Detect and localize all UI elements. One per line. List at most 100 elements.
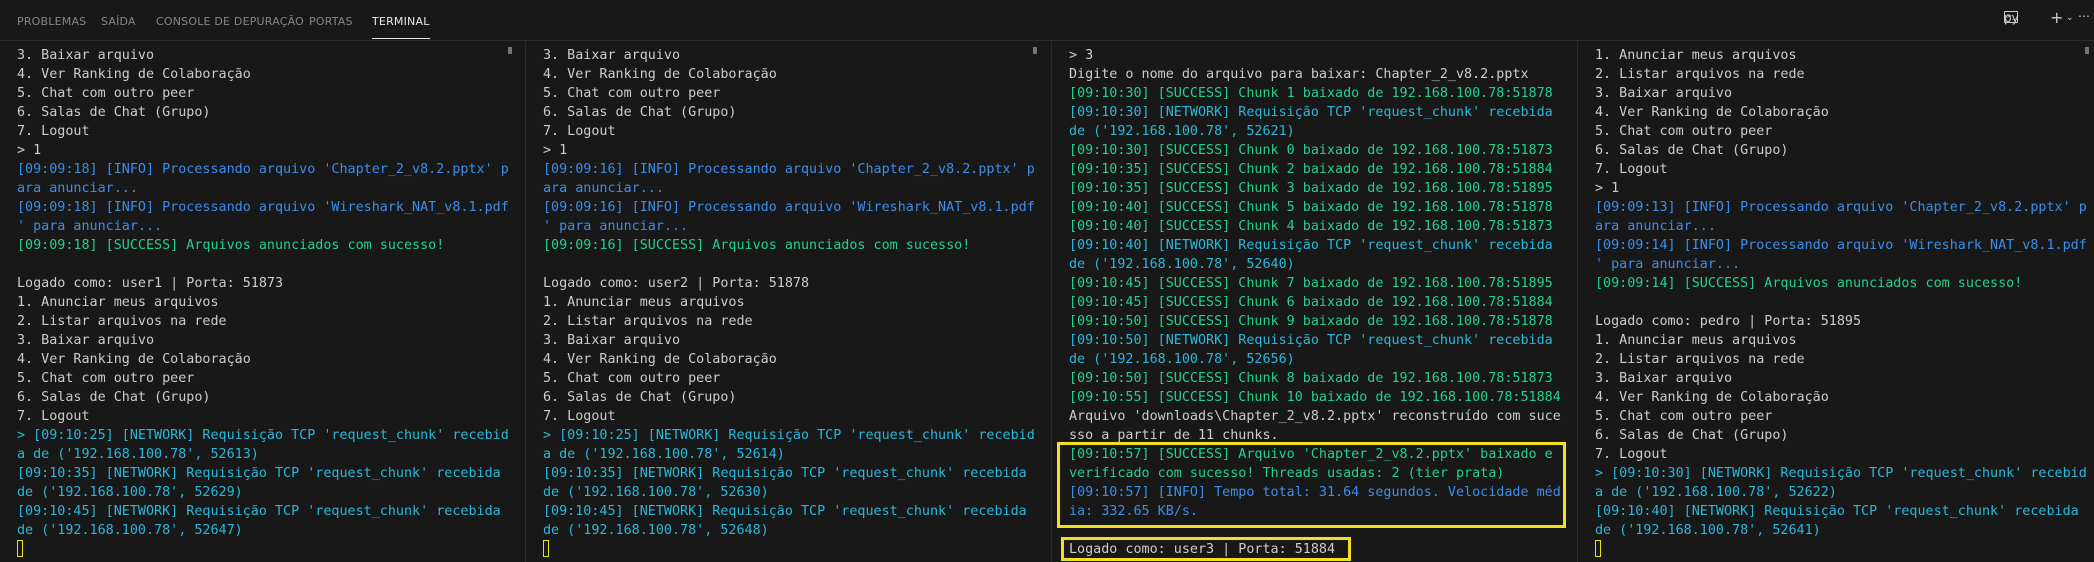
highlight-box-login-status (1061, 537, 1351, 561)
terminal-line: [09:10:50] [SUCCESS] Chunk 9 baixado de … (1069, 314, 1553, 329)
terminal-line: [09:10:40] [SUCCESS] Chunk 5 baixado de … (1069, 200, 1553, 215)
terminal-line: Arquivo 'downloads\Chapter_2_v8.2.pptx' … (1069, 409, 1561, 424)
terminal-line: de ('192.168.100.78', 52641) (1595, 523, 1821, 538)
terminal-pane-1[interactable]: 3. Baixar arquivo 4. Ver Ranking de Colab… (0, 41, 525, 562)
terminal-line: 1. Anunciar meus arquivos (1595, 333, 1797, 348)
terminal-line: [09:10:40] [SUCCESS] Chunk 4 baixado de … (1069, 219, 1553, 234)
terminal-line: [09:10:45] [NETWORK] Requisição TCP 'req… (17, 504, 501, 519)
more-actions-icon[interactable]: ⋯ (2078, 9, 2090, 23)
tab-problemas[interactable]: PROBLEMAS (17, 15, 86, 28)
tab-console-depuracao[interactable]: CONSOLE DE DEPURAÇÃO (156, 15, 304, 28)
scrollbar-thumb[interactable] (1033, 47, 1037, 54)
terminal-line: [09:09:18] [SUCCESS] Arquivos anunciados… (17, 238, 445, 253)
terminal-line: [09:10:40] [NETWORK] Requisição TCP 'req… (1595, 504, 2079, 519)
terminal-line: [09:09:14] [SUCCESS] Arquivos anunciados… (1595, 276, 2023, 291)
terminal-actions: >_ py + ⌄ ⋯ (2004, 8, 2090, 31)
terminal-line: [09:10:35] [SUCCESS] Chunk 2 baixado de … (1069, 162, 1553, 177)
terminal-line: > 1 (1595, 181, 1620, 196)
terminal-line: a de ('192.168.100.78', 52614) (543, 447, 785, 462)
terminal-line: 5. Chat com outro peer (1595, 124, 1773, 139)
terminal-line: [09:10:30] [NETWORK] Requisição TCP 'req… (1069, 105, 1553, 120)
terminal-line: [09:09:18] [INFO] Processando arquivo 'W… (17, 200, 509, 215)
terminal-line: 3. Baixar arquivo (17, 333, 155, 348)
terminal-line: 4. Ver Ranking de Colaboração (17, 67, 251, 82)
terminal-line: > 3 (1069, 48, 1094, 63)
terminal-line: 4. Ver Ranking de Colaboração (1595, 105, 1829, 120)
terminal-line: 5. Chat com outro peer (543, 371, 721, 386)
terminal-line: 6. Salas de Chat (Grupo) (17, 390, 211, 405)
terminal-line: > [09:10:25] [NETWORK] Requisição TCP 'r… (17, 428, 509, 443)
terminal-line: a de ('192.168.100.78', 52613) (17, 447, 259, 462)
terminal-line: 3. Baixar arquivo (543, 333, 681, 348)
terminal-cursor (1595, 538, 1601, 557)
tab-terminal[interactable]: TERMINAL (372, 15, 430, 39)
terminal-line: > 1 (17, 143, 42, 158)
scrollbar-thumb[interactable] (2085, 47, 2089, 54)
terminal-line: 6. Salas de Chat (Grupo) (17, 105, 211, 120)
tab-portas[interactable]: PORTAS (309, 15, 353, 28)
plus-icon[interactable]: + (2050, 8, 2063, 27)
terminal-line: Logado como: user2 | Porta: 51878 (543, 276, 810, 291)
terminal-line: 6. Salas de Chat (Grupo) (543, 105, 737, 120)
terminal-line: Digite o nome do arquivo para baixar: Ch… (1069, 67, 1529, 82)
terminal-line: [09:10:45] [SUCCESS] Chunk 7 baixado de … (1069, 276, 1553, 291)
terminal-line: 3. Baixar arquivo (1595, 86, 1733, 101)
terminal-line: 5. Chat com outro peer (17, 371, 195, 386)
terminal-line: de ('192.168.100.78', 52647) (17, 523, 243, 538)
terminal-line: ara anunciar... (17, 181, 138, 196)
terminal-line: [09:10:30] [SUCCESS] Chunk 1 baixado de … (1069, 86, 1553, 101)
terminal-line: de ('192.168.100.78', 52621) (1069, 124, 1295, 139)
terminal-line: [09:10:40] [NETWORK] Requisição TCP 'req… (1069, 238, 1553, 253)
terminal-line: 5. Chat com outro peer (543, 86, 721, 101)
terminal-cursor (17, 538, 23, 557)
terminal-line: 4. Ver Ranking de Colaboração (543, 352, 777, 367)
terminal-line: 3. Baixar arquivo (17, 48, 155, 63)
terminal-pane-4[interactable]: 1. Anunciar meus arquivos 2. Listar arqui… (1578, 41, 2094, 562)
terminal-line: ara anunciar... (1595, 219, 1716, 234)
terminal-line: 7. Logout (543, 409, 616, 424)
terminal-line: 1. Anunciar meus arquivos (543, 295, 745, 310)
terminal-line: [09:09:13] [INFO] Processando arquivo 'C… (1595, 200, 2087, 215)
terminal-line: > 1 (543, 143, 568, 158)
terminal-line: 1. Anunciar meus arquivos (17, 295, 219, 310)
terminal-line: [09:09:14] [INFO] Processando arquivo 'W… (1595, 238, 2087, 253)
terminal-line: 2. Listar arquivos na rede (1595, 352, 1805, 367)
terminal-line: [09:10:50] [SUCCESS] Chunk 8 baixado de … (1069, 371, 1553, 386)
terminal-kind-label: py (2004, 11, 2019, 25)
tab-saida[interactable]: SAÍDA (101, 15, 136, 28)
terminal-line: [09:10:50] [NETWORK] Requisição TCP 'req… (1069, 333, 1553, 348)
terminal-line: [09:10:30] [SUCCESS] Chunk 0 baixado de … (1069, 143, 1553, 158)
terminal-line: 5. Chat com outro peer (17, 86, 195, 101)
terminal-line: [09:10:35] [NETWORK] Requisição TCP 'req… (17, 466, 501, 481)
terminal-line: [09:10:35] [SUCCESS] Chunk 3 baixado de … (1069, 181, 1553, 196)
terminal-cursor (543, 538, 549, 557)
terminal-output-2: 3. Baixar arquivo 4. Ver Ranking de Colab… (543, 46, 1035, 540)
terminal-output-4: 1. Anunciar meus arquivos 2. Listar arqui… (1595, 46, 2087, 540)
panel-tab-bar: PROBLEMAS SAÍDA CONSOLE DE DEPURAÇÃO POR… (0, 0, 2094, 41)
terminal-line: 3. Baixar arquivo (1595, 371, 1733, 386)
terminal-line: ' para anunciar... (17, 219, 163, 234)
chevron-down-icon[interactable]: ⌄ (2066, 13, 2074, 23)
terminal-line: 2. Listar arquivos na rede (543, 314, 753, 329)
terminal-line: [09:09:16] [INFO] Processando arquivo 'C… (543, 162, 1035, 177)
terminal-line: 7. Logout (1595, 447, 1668, 462)
terminal-line: de ('192.168.100.78', 52630) (543, 485, 769, 500)
terminal-line: 4. Ver Ranking de Colaboração (1595, 390, 1829, 405)
scrollbar-thumb[interactable] (508, 47, 512, 54)
terminal-line: 7. Logout (1595, 162, 1668, 177)
terminal-line: 4. Ver Ranking de Colaboração (17, 352, 251, 367)
terminal-line: [09:10:55] [SUCCESS] Chunk 10 baixado de… (1069, 390, 1561, 405)
terminal-line: de ('192.168.100.78', 52648) (543, 523, 769, 538)
terminal-line: 6. Salas de Chat (Grupo) (1595, 428, 1789, 443)
terminal-line: 2. Listar arquivos na rede (17, 314, 227, 329)
terminal-line: 4. Ver Ranking de Colaboração (543, 67, 777, 82)
terminal-line: 2. Listar arquivos na rede (1595, 67, 1805, 82)
terminal-line: [09:10:35] [NETWORK] Requisição TCP 'req… (543, 466, 1027, 481)
terminal-line: > [09:10:30] [NETWORK] Requisição TCP 'r… (1595, 466, 2087, 481)
terminal-pane-2[interactable]: 3. Baixar arquivo 4. Ver Ranking de Colab… (526, 41, 1051, 562)
terminal-line: 6. Salas de Chat (Grupo) (543, 390, 737, 405)
terminal-line: 1. Anunciar meus arquivos (1595, 48, 1797, 63)
